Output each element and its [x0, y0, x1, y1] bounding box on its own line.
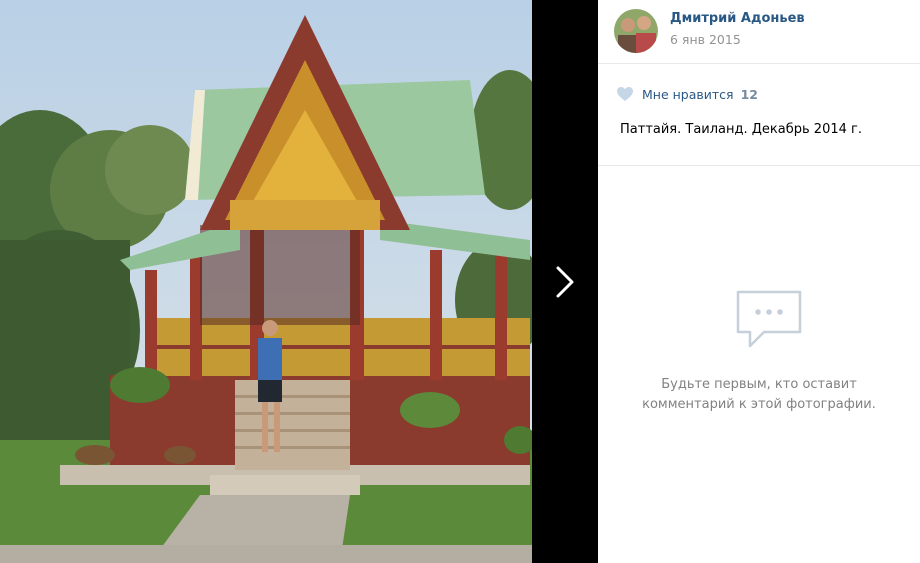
photo-caption: Паттайя. Таиланд. Декабрь 2014 г.	[620, 122, 862, 137]
photo-image	[0, 0, 532, 563]
next-photo-button[interactable]	[532, 0, 598, 563]
info-panel: Дмитрий Адоньев 6 янв 2015 Мне нравится …	[598, 0, 920, 563]
like-button[interactable]: Мне нравится 12	[616, 86, 758, 102]
author-name[interactable]: Дмитрий Адоньев	[670, 11, 805, 26]
no-comments-message: Будьте первым, кто оставит комментарий к…	[598, 375, 920, 415]
heart-icon	[617, 87, 633, 101]
photo[interactable]	[0, 0, 532, 563]
like-label: Мне нравится	[642, 86, 734, 102]
author-header: Дмитрий Адоньев 6 янв 2015	[598, 0, 920, 64]
chevron-right-icon	[556, 266, 574, 297]
post-date[interactable]: 6 янв 2015	[670, 32, 741, 47]
divider	[598, 165, 920, 166]
no-comments-line-1: Будьте первым, кто оставит	[661, 377, 857, 392]
speech-bubble-icon	[734, 288, 804, 356]
no-comments-line-2: комментарий к этой фотографии.	[642, 397, 876, 412]
photo-viewer	[0, 0, 598, 563]
like-count: 12	[740, 86, 758, 102]
avatar[interactable]	[614, 9, 658, 53]
